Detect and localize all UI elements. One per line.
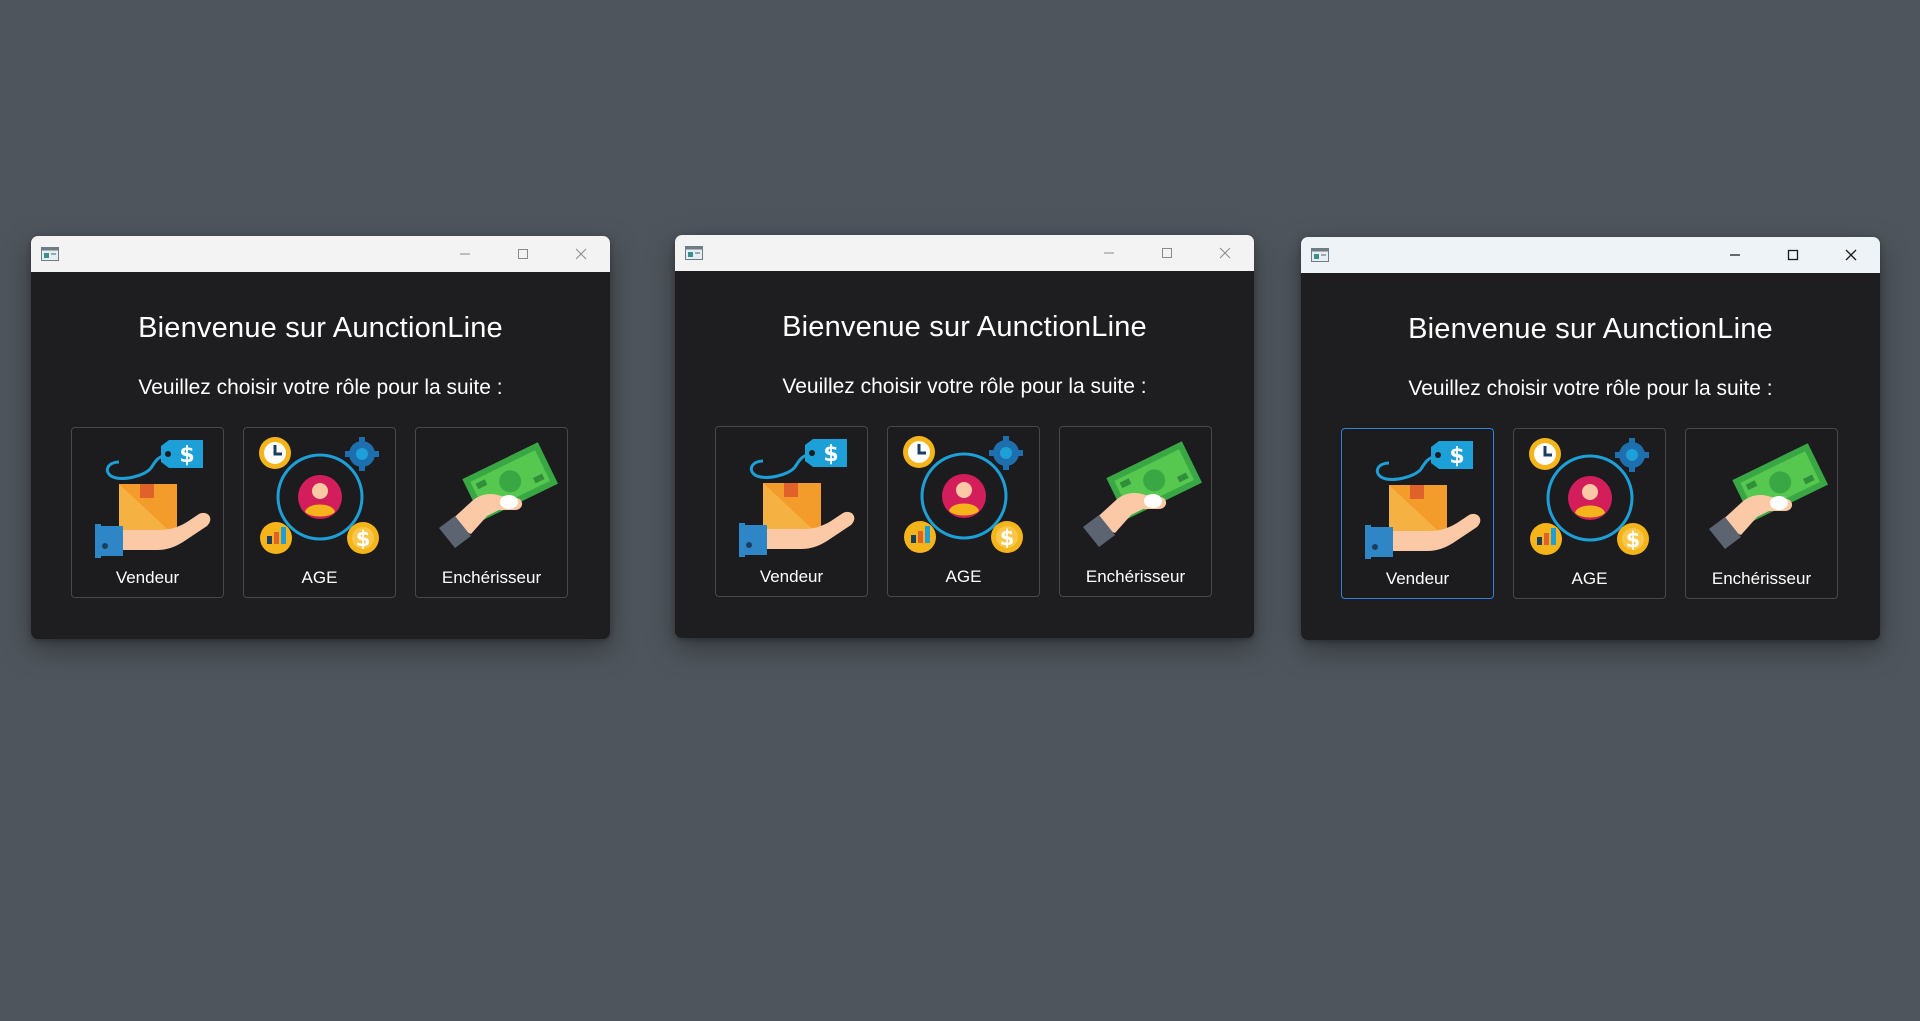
bidder-icon bbox=[1071, 431, 1202, 562]
minimize-icon bbox=[460, 253, 470, 255]
role-button-age[interactable]: AGE bbox=[243, 427, 396, 598]
maximize-button[interactable] bbox=[1138, 235, 1196, 271]
app-window-icon bbox=[685, 246, 703, 260]
app-window-2: Bienvenue sur AunctionLine Veuillez choi… bbox=[675, 235, 1254, 638]
role-prompt: Veuillez choisir votre rôle pour la suit… bbox=[138, 376, 503, 399]
app-window-icon bbox=[41, 247, 59, 261]
window-content: Bienvenue sur AunctionLine Veuillez choi… bbox=[1301, 273, 1880, 640]
agent-icon bbox=[899, 431, 1030, 562]
role-prompt: Veuillez choisir votre rôle pour la suit… bbox=[1408, 377, 1773, 400]
minimize-button[interactable] bbox=[1080, 235, 1138, 271]
close-button[interactable] bbox=[1196, 235, 1254, 271]
app-window-1: Bienvenue sur AunctionLine Veuillez choi… bbox=[31, 236, 610, 639]
role-label: AGE bbox=[945, 567, 982, 586]
window-titlebar[interactable] bbox=[1301, 237, 1880, 273]
role-label: Enchérisseur bbox=[1711, 569, 1812, 588]
agent-icon bbox=[255, 432, 386, 563]
window-content: Bienvenue sur AunctionLine Veuillez choi… bbox=[31, 272, 610, 639]
agent-icon bbox=[1525, 433, 1656, 564]
window-content: Bienvenue sur AunctionLine Veuillez choi… bbox=[675, 271, 1254, 638]
close-button[interactable] bbox=[552, 236, 610, 272]
role-label: AGE bbox=[1571, 569, 1608, 588]
close-icon bbox=[1845, 249, 1857, 261]
maximize-button[interactable] bbox=[1764, 237, 1822, 273]
role-button-encherisseur[interactable]: Enchérisseur bbox=[1059, 426, 1212, 597]
role-button-age[interactable]: AGE bbox=[1513, 428, 1666, 599]
seller-icon bbox=[1353, 433, 1484, 564]
role-prompt: Veuillez choisir votre rôle pour la suit… bbox=[782, 375, 1147, 398]
app-window-icon bbox=[1311, 248, 1329, 262]
role-label: Vendeur bbox=[759, 567, 824, 586]
role-button-vendeur[interactable]: Vendeur bbox=[1341, 428, 1494, 599]
role-label: Vendeur bbox=[1385, 569, 1450, 588]
role-label: Enchérisseur bbox=[441, 568, 542, 587]
minimize-button[interactable] bbox=[436, 236, 494, 272]
role-button-vendeur[interactable]: Vendeur bbox=[715, 426, 868, 597]
maximize-icon bbox=[1787, 249, 1799, 261]
role-selector: Vendeur AGE Enchérisseur bbox=[71, 427, 568, 598]
close-icon bbox=[1219, 247, 1231, 259]
role-button-encherisseur[interactable]: Enchérisseur bbox=[1685, 428, 1838, 599]
role-selector: Vendeur AGE Enchérisseur bbox=[715, 426, 1212, 597]
role-button-vendeur[interactable]: Vendeur bbox=[71, 427, 224, 598]
maximize-button[interactable] bbox=[494, 236, 552, 272]
window-titlebar[interactable] bbox=[31, 236, 610, 272]
welcome-title: Bienvenue sur AunctionLine bbox=[782, 311, 1147, 343]
window-titlebar[interactable] bbox=[675, 235, 1254, 271]
app-window-3: Bienvenue sur AunctionLine Veuillez choi… bbox=[1301, 237, 1880, 640]
role-label: Vendeur bbox=[115, 568, 180, 587]
role-button-age[interactable]: AGE bbox=[887, 426, 1040, 597]
close-button[interactable] bbox=[1822, 237, 1880, 273]
bidder-icon bbox=[1697, 433, 1828, 564]
maximize-icon bbox=[1162, 248, 1172, 258]
minimize-icon bbox=[1730, 254, 1740, 256]
minimize-button[interactable] bbox=[1706, 237, 1764, 273]
maximize-icon bbox=[518, 249, 528, 259]
role-label: AGE bbox=[301, 568, 338, 587]
minimize-icon bbox=[1104, 252, 1114, 254]
role-button-encherisseur[interactable]: Enchérisseur bbox=[415, 427, 568, 598]
seller-icon bbox=[727, 431, 858, 562]
seller-icon bbox=[83, 432, 214, 563]
welcome-title: Bienvenue sur AunctionLine bbox=[1408, 313, 1773, 345]
bidder-icon bbox=[427, 432, 558, 563]
close-icon bbox=[575, 248, 587, 260]
welcome-title: Bienvenue sur AunctionLine bbox=[138, 312, 503, 344]
role-label: Enchérisseur bbox=[1085, 567, 1186, 586]
role-selector: Vendeur AGE Enchérisseur bbox=[1341, 428, 1838, 599]
